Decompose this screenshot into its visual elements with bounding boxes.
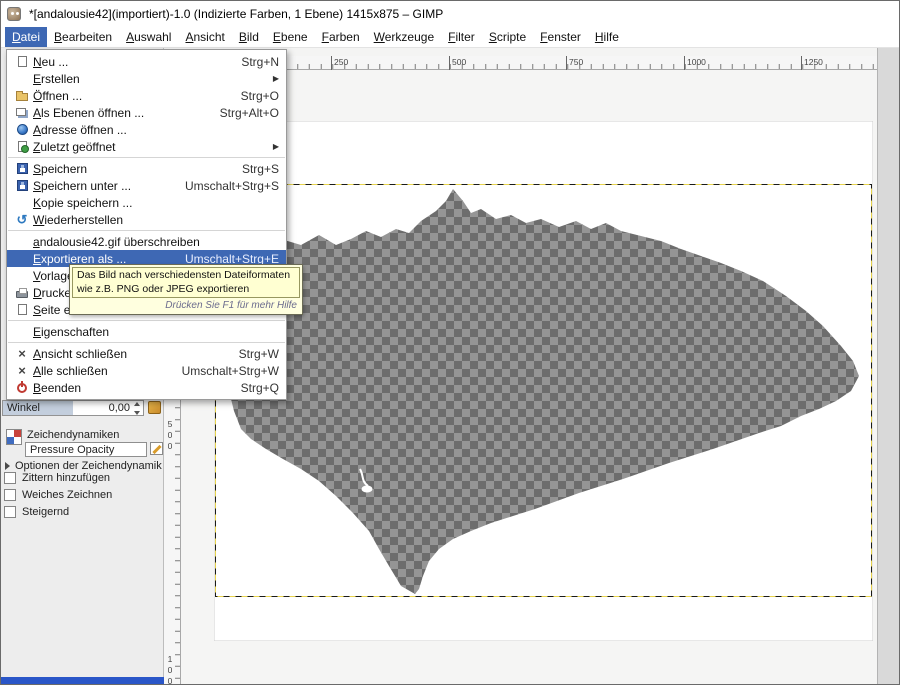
dynamics-section-label: Zeichendynamiken	[27, 429, 119, 441]
menubar-item-fenster[interactable]: Fenster	[533, 27, 588, 47]
taskbar-sliver	[1, 677, 164, 684]
menu-separator	[8, 342, 285, 343]
revert-icon	[17, 213, 28, 227]
quit-icon	[17, 383, 27, 393]
menu-separator	[8, 230, 285, 231]
menu-item-alle-schliessen[interactable]: Alle schließen Umschalt+Strg+W	[7, 362, 286, 379]
canvas-image[interactable]	[214, 121, 873, 641]
menubar-item-ebene[interactable]: Ebene	[266, 27, 315, 47]
menu-item-neu[interactable]: Neu ... Strg+N	[7, 53, 286, 70]
h-ruler-label: 1000	[687, 57, 706, 67]
jitter-label: Zittern hinzufügen	[22, 472, 110, 484]
menu-item-kopie-speichern[interactable]: Kopie speichern ...	[7, 194, 286, 211]
smooth-stroke-checkbox-row[interactable]: Weiches Zeichnen	[4, 489, 112, 501]
angle-value: 0,00	[109, 402, 130, 414]
menu-item-overwrite[interactable]: andalousie42.gif überschreiben	[7, 233, 286, 250]
menu-item-adresse-oeffnen[interactable]: Adresse öffnen ...	[7, 121, 286, 138]
right-gutter	[877, 48, 899, 684]
jitter-checkbox[interactable]	[4, 472, 16, 484]
menubar-item-hilfe[interactable]: Hilfe	[588, 27, 626, 47]
close-view-icon	[18, 347, 26, 361]
incremental-checkbox[interactable]	[4, 506, 16, 518]
tooltip-hint: Drücken Sie F1 für mehr Hilfe	[72, 298, 300, 312]
title-bar[interactable]: *[andalousie42](importiert)-1.0 (Indizie…	[1, 1, 899, 27]
open-as-layers-icon	[16, 108, 26, 116]
paint-dynamics-icon[interactable]	[6, 429, 22, 445]
menu-item-speichern-unter[interactable]: Speichern unter ... Umschalt+Strg+S	[7, 177, 286, 194]
angle-spinner[interactable]	[132, 402, 142, 415]
menu-separator	[8, 157, 285, 158]
h-ruler-label: 1250	[804, 57, 823, 67]
menu-item-als-ebenen-oeffnen[interactable]: Als Ebenen öffnen ... Strg+Alt+O	[7, 104, 286, 121]
menu-item-eigenschaften[interactable]: Eigenschaften	[7, 323, 286, 340]
angle-extra-icon[interactable]	[148, 401, 161, 414]
menu-item-ansicht-schliessen[interactable]: Ansicht schließen Strg+W	[7, 345, 286, 362]
incremental-checkbox-row[interactable]: Steigernd	[4, 506, 69, 518]
spin-down-icon[interactable]	[134, 411, 140, 415]
menu-item-beenden[interactable]: Beenden Strg+Q	[7, 379, 286, 396]
web-address-icon	[17, 124, 28, 135]
smooth-stroke-label: Weiches Zeichnen	[22, 489, 112, 501]
angle-slider[interactable]: Winkel 0,00	[2, 400, 144, 416]
gimp-window: *[andalousie42](importiert)-1.0 (Indizie…	[0, 0, 900, 685]
save-icon	[17, 163, 28, 174]
print-icon	[16, 291, 28, 298]
spin-up-icon[interactable]	[134, 402, 140, 406]
dynamics-options-expander[interactable]: Optionen der Zeichendynamik	[5, 460, 162, 472]
menu-item-oeffnen[interactable]: Öffnen ... Strg+O	[7, 87, 286, 104]
dynamics-select[interactable]: Pressure Opacity	[25, 442, 147, 457]
save-as-icon	[17, 180, 28, 191]
edit-dynamics-icon[interactable]	[150, 442, 163, 455]
expander-triangle-icon	[5, 462, 10, 470]
menubar-item-scripte[interactable]: Scripte	[482, 27, 533, 47]
dynamics-options-label: Optionen der Zeichendynamik	[15, 460, 162, 472]
menubar-item-filter[interactable]: Filter	[441, 27, 482, 47]
new-document-icon	[18, 56, 27, 67]
menu-bar: Datei Bearbeiten Auswahl Ansicht Bild Eb…	[1, 27, 899, 48]
h-ruler-label: 250	[334, 57, 348, 67]
jitter-checkbox-row[interactable]: Zittern hinzufügen	[4, 472, 110, 484]
menu-item-zuletzt-geoeffnet[interactable]: Zuletzt geöffnet ▶	[7, 138, 286, 155]
recent-files-icon	[18, 141, 27, 152]
menu-item-speichern[interactable]: Speichern Strg+S	[7, 160, 286, 177]
smooth-stroke-checkbox[interactable]	[4, 489, 16, 501]
incremental-label: Steigernd	[22, 506, 69, 518]
v-ruler-label: 500	[165, 419, 175, 452]
h-ruler-label: 500	[452, 57, 466, 67]
gimp-app-icon[interactable]	[7, 7, 21, 21]
menubar-item-ansicht[interactable]: Ansicht	[178, 27, 231, 47]
menubar-item-farben[interactable]: Farben	[315, 27, 367, 47]
menu-item-erstellen[interactable]: Erstellen ▶	[7, 70, 286, 87]
tooltip-text: Das Bild nach verschiedensten Dateiforma…	[72, 267, 300, 298]
h-ruler-label: 750	[569, 57, 583, 67]
menubar-item-auswahl[interactable]: Auswahl	[119, 27, 178, 47]
close-all-icon	[18, 364, 26, 378]
open-folder-icon	[16, 93, 28, 101]
menu-separator	[8, 320, 285, 321]
submenu-arrow-icon: ▶	[273, 74, 279, 83]
export-tooltip: Das Bild nach verschiedensten Dateiforma…	[69, 264, 303, 315]
window-title: *[andalousie42](importiert)-1.0 (Indizie…	[29, 7, 443, 21]
menu-item-wiederherstellen[interactable]: Wiederherstellen	[7, 211, 286, 228]
v-ruler-label: 1000	[165, 654, 175, 685]
menubar-item-bild[interactable]: Bild	[232, 27, 266, 47]
menubar-item-bearbeiten[interactable]: Bearbeiten	[47, 27, 119, 47]
canvas-hole	[362, 486, 373, 493]
menubar-item-werkzeuge[interactable]: Werkzeuge	[367, 27, 441, 47]
submenu-arrow-icon: ▶	[273, 142, 279, 151]
page-setup-icon	[18, 304, 27, 315]
file-menu-dropdown: Neu ... Strg+N Erstellen ▶ Öffnen ... St…	[6, 49, 287, 400]
menubar-item-datei[interactable]: Datei	[5, 27, 47, 47]
angle-label: Winkel	[7, 402, 40, 414]
